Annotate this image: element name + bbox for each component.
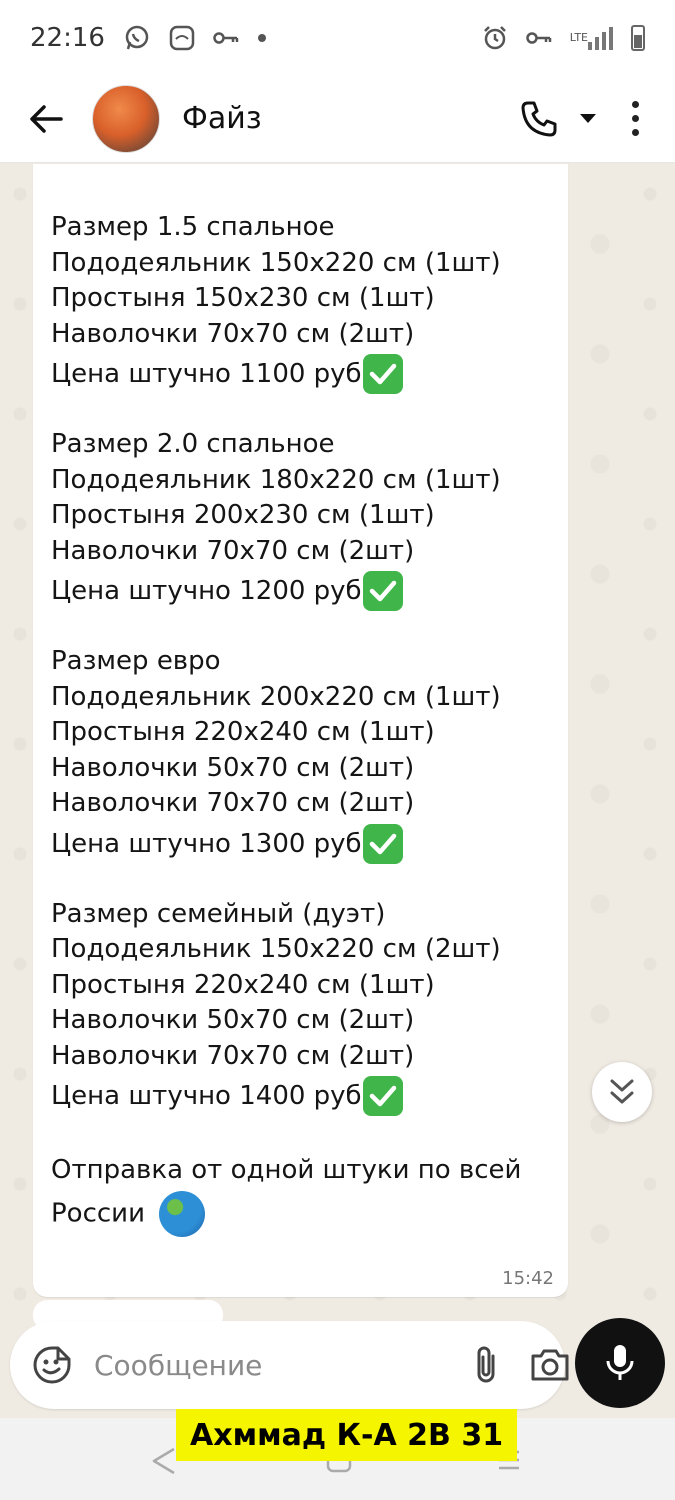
camera-icon — [531, 1349, 569, 1381]
price-line: Цена штучно 1300 руб — [51, 822, 548, 866]
message-line: России — [51, 1198, 145, 1229]
whatsapp-icon — [123, 24, 151, 52]
shipping-block: Отправка от одной штуки по всей России — [51, 1149, 548, 1237]
message-line: Пододеяльник 150х220 см (2шт) — [51, 934, 501, 964]
contact-avatar[interactable] — [92, 84, 160, 153]
back-button[interactable] — [0, 75, 92, 163]
arrow-left-icon — [30, 104, 63, 133]
key-icon — [213, 30, 239, 46]
chat-area[interactable]: Размер 1.5 спальное Пододеяльник 150х220… — [0, 164, 675, 1344]
message-line: Пододеяльник 150х220 см (1шт) — [51, 247, 501, 278]
alarm-icon — [482, 25, 508, 51]
message-line: Наволочки 70х70 см (2шт) — [51, 788, 415, 818]
price-line: Цена штучно 1100 руб — [51, 352, 548, 396]
message-line-last: России — [51, 1191, 548, 1237]
nav-back-icon[interactable] — [150, 1446, 178, 1483]
price-text: Цена штучно 1300 руб — [51, 828, 362, 859]
message-line: Пододеяльник 180х220 см (1шт) — [51, 464, 501, 495]
message-line: Простыня 200х230 см (1шт) — [51, 500, 435, 530]
dropdown-caret-icon — [580, 113, 596, 123]
message-line: Наволочки 70х70 см (2шт) — [51, 318, 415, 349]
message-line: Простыня 220х240 см (1шт) — [51, 969, 435, 1000]
scroll-to-bottom-button[interactable] — [592, 1062, 652, 1122]
message-time: 15:42 — [502, 1268, 554, 1289]
price-line: Цена штучно 1400 руб — [51, 1074, 548, 1118]
message-line: Наволочки 70х70 см (2шт) — [51, 535, 415, 566]
message-line: Размер 1.5 спальное — [51, 212, 335, 242]
message-line: Наволочки 50х70 см (2шт) — [51, 1005, 415, 1035]
camera-button[interactable] — [529, 1341, 571, 1389]
status-time: 22:16 — [30, 22, 105, 53]
double-chevron-down-icon — [610, 1079, 634, 1104]
network-type: LTE — [569, 30, 588, 44]
size-block: Размер семейный (дуэт) Пододеяльник 150х… — [51, 897, 548, 1119]
message-composer — [10, 1321, 569, 1409]
message-line: Простыня 150х230 см (1шт) — [51, 283, 435, 313]
sticker-button[interactable] — [32, 1344, 72, 1386]
check-mark-icon — [362, 571, 403, 611]
message-bubble[interactable]: Размер 1.5 спальное Пододеяльник 150х220… — [33, 164, 568, 1297]
message-line: Размер евро — [51, 646, 221, 676]
message-line: Наволочки 70х70 см (2шт) — [51, 1040, 415, 1071]
size-block: Размер 2.0 спальное Пододеяльник 180х220… — [51, 427, 548, 613]
chat-header: Файз — [0, 75, 675, 163]
message-line: Отправка от одной штуки по всей — [51, 1155, 522, 1185]
size-block: Размер евро Пододеяльник 200х220 см (1шт… — [51, 644, 548, 866]
globe-icon — [159, 1191, 206, 1237]
message-line: Простыня 220х240 см (1шт) — [51, 717, 435, 747]
price-text: Цена штучно 1200 руб — [51, 576, 362, 606]
attach-button[interactable] — [471, 1341, 501, 1389]
price-text: Цена штучно 1400 руб — [51, 1081, 362, 1111]
message-input[interactable] — [94, 1348, 443, 1382]
watermark-label: Ахммад К-А 2В 31 — [176, 1409, 518, 1461]
status-right: LTE — [482, 24, 645, 51]
dot-icon — [257, 33, 267, 43]
check-mark-icon — [362, 823, 403, 864]
contact-name[interactable]: Файз — [182, 101, 262, 136]
voice-message-button[interactable] — [575, 1318, 665, 1408]
price-line: Цена штучно 1200 руб — [51, 569, 548, 613]
vpn-key-icon — [525, 30, 552, 46]
battery-icon — [631, 24, 645, 51]
price-text: Цена штучно 1100 руб — [51, 359, 362, 389]
status-left: 22:16 — [30, 23, 267, 53]
status-bar: 22:16 LTE — [0, 0, 675, 75]
phone-icon — [521, 101, 557, 136]
header-actions — [509, 89, 675, 149]
size-block: Размер 1.5 спальное Пододеяльник 150х220… — [51, 210, 548, 396]
app-notification-icon — [169, 25, 195, 51]
more-options-button[interactable] — [617, 89, 653, 149]
message-line: Наволочки 50х70 см (2шт) — [51, 752, 415, 783]
message-line: Размер 2.0 спальное — [51, 429, 335, 459]
message-line: Пододеяльник 200х220 см (1шт) — [51, 681, 501, 712]
sticker-icon — [33, 1346, 71, 1384]
message-line: Размер семейный (дуэт) — [51, 898, 386, 929]
check-mark-icon — [362, 354, 403, 394]
check-mark-icon — [362, 1076, 403, 1116]
signal-icon: LTE — [570, 26, 613, 50]
paperclip-icon — [477, 1346, 495, 1383]
call-button[interactable] — [509, 99, 607, 139]
microphone-icon — [606, 1345, 634, 1380]
